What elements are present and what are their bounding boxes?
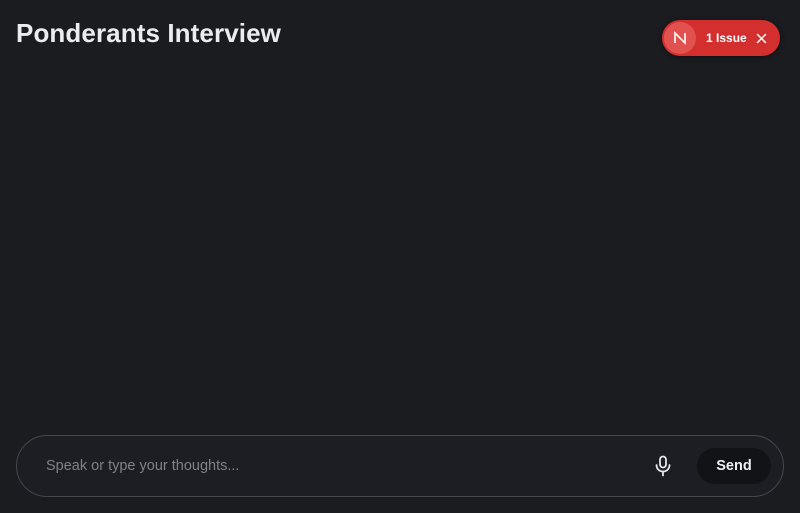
microphone-icon[interactable] <box>651 454 675 478</box>
n-letter-icon <box>674 31 686 45</box>
nextjs-logo-icon <box>664 22 696 54</box>
issues-indicator-button[interactable]: 1 Issue <box>662 20 780 56</box>
app-page: Ponderants Interview 1 Issue Send <box>0 0 800 513</box>
page-title: Ponderants Interview <box>16 18 281 48</box>
close-icon[interactable] <box>755 31 769 45</box>
message-input[interactable] <box>17 436 651 496</box>
issue-count-label: 1 Issue <box>706 31 747 45</box>
send-button[interactable]: Send <box>697 448 771 484</box>
message-composer: Send <box>16 435 784 497</box>
